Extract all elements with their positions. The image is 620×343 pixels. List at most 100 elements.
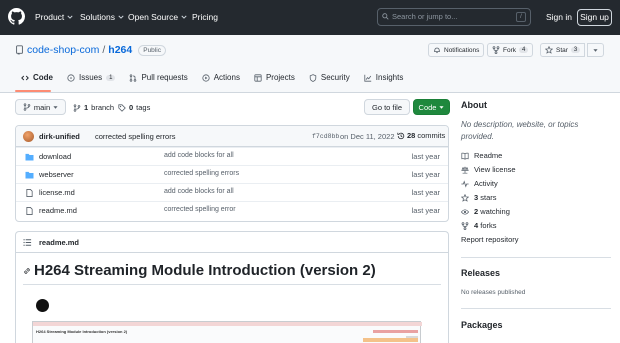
file-row[interactable]: webserver corrected spelling errors last… [16, 165, 448, 183]
file-age: last year [411, 206, 440, 215]
readme-filename-link[interactable]: readme.md [39, 238, 79, 247]
nav-pricing[interactable]: Pricing [192, 12, 218, 22]
forks-label: forks [480, 221, 497, 230]
search-input[interactable]: Search or jump to... / [377, 8, 531, 26]
code-dropdown-button[interactable]: Code [413, 99, 450, 115]
tags-link[interactable]: 0 tags [118, 103, 150, 112]
watchers-link[interactable]: 2 watching [461, 207, 510, 216]
tab-insights[interactable]: Insights [357, 69, 411, 86]
star-button[interactable]: Star 3 [540, 43, 586, 57]
notifications-button[interactable]: Notifications [428, 43, 485, 57]
file-commit-message-link[interactable]: add code blocks for all [164, 152, 234, 159]
tab-pull-requests[interactable]: Pull requests [122, 69, 194, 86]
pull-request-icon [130, 73, 137, 82]
fork-button[interactable]: Fork 4 [487, 43, 534, 57]
file-row[interactable]: license.md add code blocks for all last … [16, 183, 448, 201]
tab-projects[interactable]: Projects [247, 69, 302, 86]
nav-pricing-label: Pricing [192, 12, 218, 22]
commits-link[interactable]: 28 commits [397, 131, 445, 140]
commit-author-link[interactable]: dirk-unified [39, 132, 80, 141]
search-placeholder: Search or jump to... [392, 12, 458, 21]
list-unordered-icon[interactable] [23, 238, 32, 247]
readme-link[interactable]: Readme [461, 151, 502, 160]
notifications-label: Notifications [444, 46, 480, 54]
branch-label: branch [91, 103, 115, 112]
commit-message-link[interactable]: corrected spelling errors [95, 132, 175, 141]
tag-icon [118, 103, 126, 112]
activity-link[interactable]: Activity [461, 179, 498, 188]
visibility-badge: Public [138, 44, 166, 56]
packages-heading[interactable]: Packages [461, 320, 503, 330]
branches-link[interactable]: 1 branch [73, 103, 114, 112]
watchers-label: watching [480, 207, 510, 216]
latest-commit-bar: dirk-unified corrected spelling errors f… [16, 126, 448, 147]
license-link[interactable]: View license [461, 165, 516, 174]
readme-header: readme.md [16, 232, 448, 253]
link-icon[interactable] [23, 267, 31, 275]
tab-actions[interactable]: Actions [195, 69, 247, 86]
search-icon [382, 13, 389, 20]
readme-embedded-screenshot: H264 Streaming Module Introduction (vers… [32, 297, 422, 343]
releases-heading[interactable]: Releases [461, 268, 500, 278]
file-commit-message-link[interactable]: corrected spelling error [164, 206, 236, 213]
github-logo-icon[interactable] [8, 8, 25, 25]
sign-up-button[interactable]: Sign up [577, 9, 612, 26]
tab-code-label: Code [33, 73, 53, 82]
readme-heading-rule [23, 284, 441, 285]
stars-link[interactable]: 3 stars [461, 193, 497, 202]
issues-count: 1 [106, 74, 116, 81]
caret-down-icon [53, 105, 58, 109]
branch-icon [73, 103, 81, 112]
nav-product[interactable]: Product [35, 12, 73, 22]
tab-issues[interactable]: Issues 1 [60, 69, 122, 86]
fork-count: 4 [519, 47, 529, 53]
file-name-link[interactable]: webserver [39, 170, 74, 179]
branch-select-button[interactable]: main [15, 99, 66, 115]
file-name-link[interactable]: license.md [39, 188, 75, 197]
code-button-label: Code [418, 102, 437, 112]
readme-panel: readme.md H264 Streaming Module Introduc… [15, 231, 449, 343]
law-icon [461, 166, 469, 174]
pulse-icon [461, 179, 469, 188]
watchers-count: 2 [474, 207, 479, 216]
sign-in-link[interactable]: Sign in [546, 12, 572, 22]
folder-icon [25, 153, 34, 161]
embedded-page-frame: H264 Streaming Module Introduction (vers… [32, 321, 422, 343]
file-commit-message-link[interactable]: corrected spelling errors [164, 170, 239, 177]
repo-owner-link[interactable]: code-shop-com [27, 44, 99, 56]
file-browser: dirk-unified corrected spelling errors f… [15, 125, 449, 222]
tab-issues-label: Issues [79, 73, 103, 82]
file-row[interactable]: readme.md corrected spelling error last … [16, 201, 448, 219]
commit-sha-link[interactable]: f7cd8bb [312, 133, 339, 140]
readme-link-label: Readme [474, 151, 503, 160]
file-row[interactable]: download add code blocks for all last ye… [16, 147, 448, 165]
commit-count: 28 [407, 131, 416, 140]
go-to-file-button[interactable]: Go to file [364, 99, 410, 115]
tab-security[interactable]: Security [302, 69, 357, 86]
forks-link[interactable]: 4 forks [461, 221, 497, 230]
nav-solutions-label: Solutions [80, 12, 115, 22]
eye-icon [461, 208, 469, 215]
tab-code[interactable]: Code [14, 69, 60, 86]
play-icon [202, 73, 210, 82]
tab-actions-label: Actions [213, 73, 240, 82]
readme-heading: H264 Streaming Module Introduction (vers… [23, 262, 376, 279]
history-icon [397, 132, 405, 139]
file-name-link[interactable]: readme.md [39, 206, 77, 215]
tab-insights-label: Insights [375, 73, 404, 82]
tab-security-label: Security [320, 73, 350, 82]
nav-solutions[interactable]: Solutions [80, 12, 124, 22]
report-repository-link[interactable]: Report repository [461, 235, 519, 244]
issue-icon [67, 73, 75, 82]
nav-open-source[interactable]: Open Source [128, 12, 187, 22]
file-commit-message-link[interactable]: add code blocks for all [164, 188, 234, 195]
file-icon [26, 189, 33, 197]
star-list-dropdown[interactable] [587, 43, 604, 57]
fork-label: Fork [503, 46, 516, 54]
releases-empty-text: No releases published [461, 289, 526, 296]
repo-name-link[interactable]: h264 [108, 44, 132, 56]
file-name-link[interactable]: download [39, 152, 71, 161]
avatar[interactable] [23, 131, 34, 142]
tag-label: tags [136, 103, 151, 112]
global-header: Product Solutions Open Source Pricing Se… [0, 0, 620, 35]
